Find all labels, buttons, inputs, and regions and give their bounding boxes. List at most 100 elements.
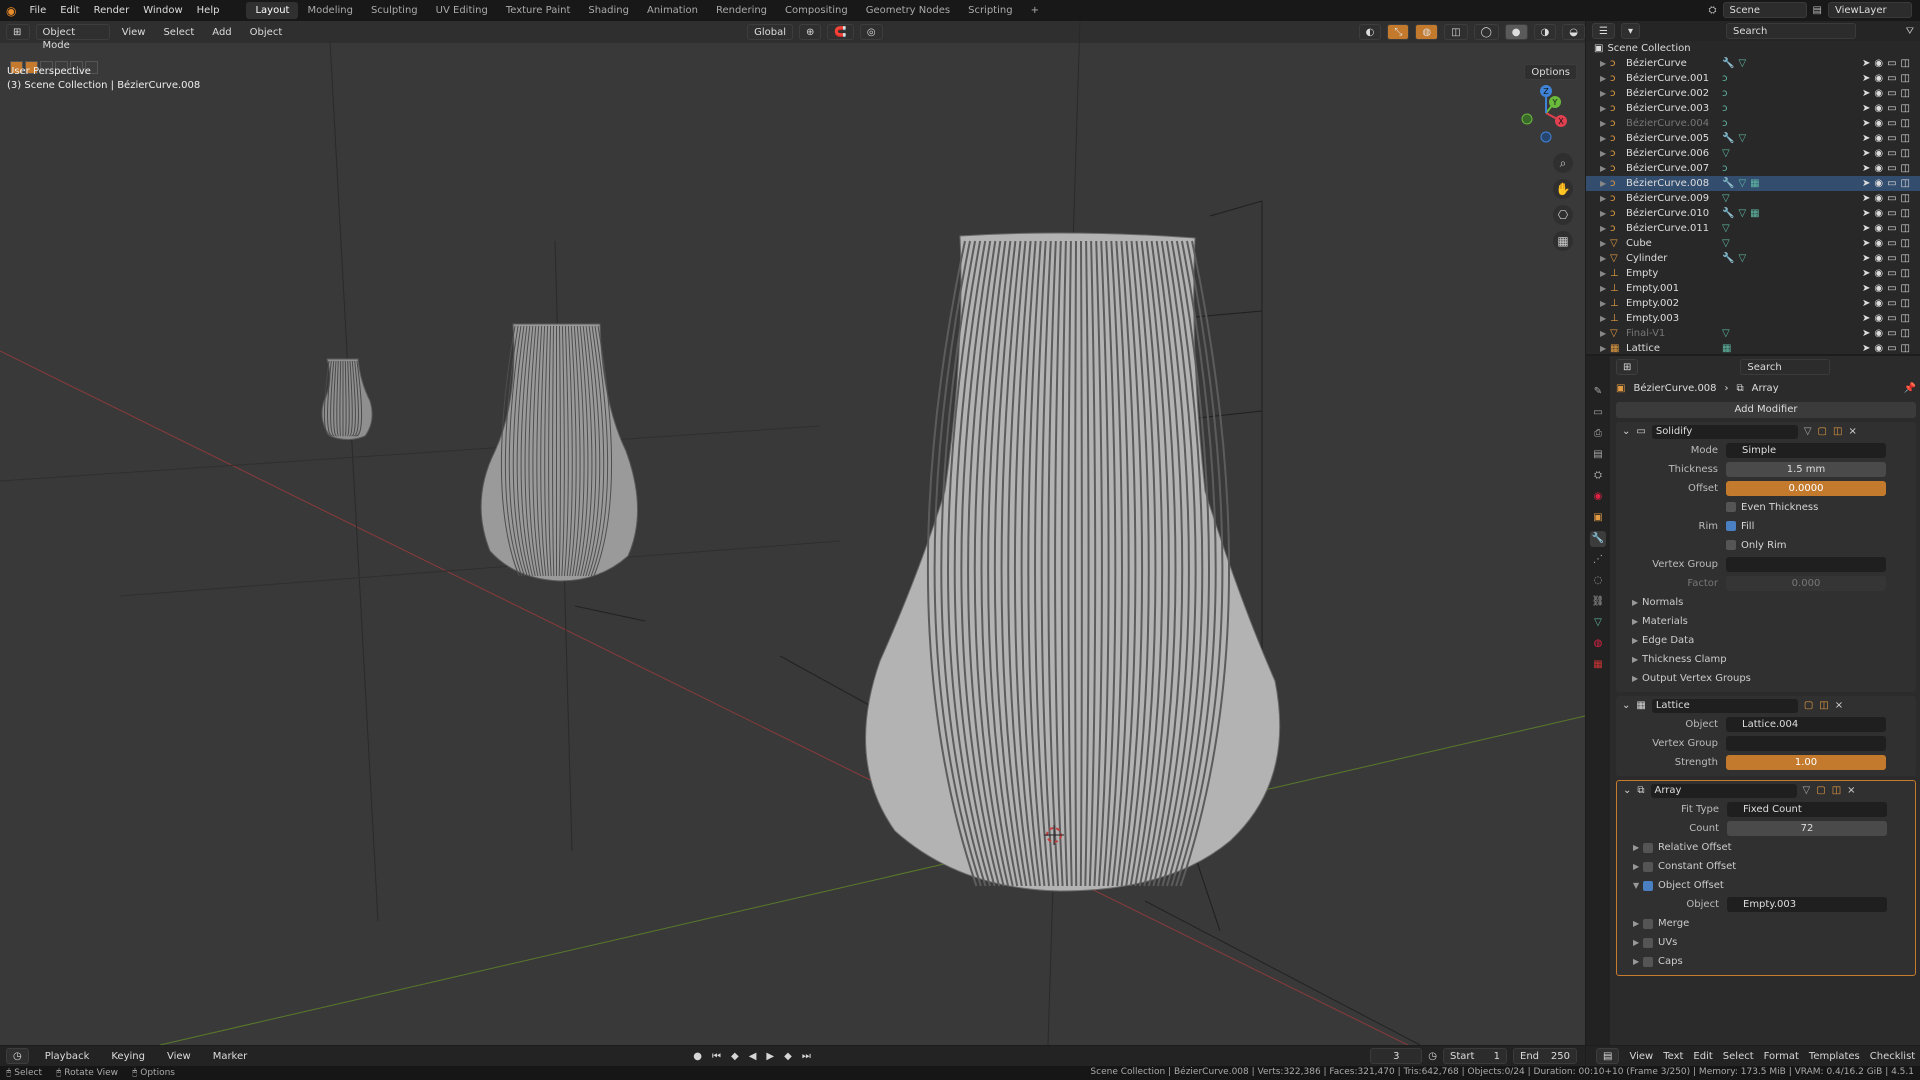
viewport-toggle-icon[interactable]: ▢ — [1818, 426, 1827, 437]
outliner-item[interactable]: ▶ ↄ BézierCurve.002 ↄ ➤◉▭◫ — [1586, 86, 1920, 101]
jump-start-icon[interactable]: ⏮ — [712, 1051, 721, 1062]
constraints-tab-icon[interactable]: ⛓ — [1590, 594, 1606, 610]
proportional-edit-icon[interactable]: ◎ — [859, 24, 883, 40]
gizmo-neg-z-axis[interactable] — [1540, 131, 1552, 143]
outliner-item[interactable]: ▶ ↄ BézierCurve.010 🔧 ▽ ▦ ➤◉▭◫ — [1586, 206, 1920, 221]
tab-layout[interactable]: Layout — [246, 2, 299, 19]
outliner-item[interactable]: ▶ ↄ BézierCurve.003 ↄ ➤◉▭◫ — [1586, 101, 1920, 116]
subpanel-normals[interactable]: ▶ Normals — [1616, 593, 1916, 612]
visibility-toggles[interactable]: ➤◉▭◫ — [1862, 313, 1914, 324]
visibility-toggles[interactable]: ➤◉▭◫ — [1862, 328, 1914, 339]
outliner-item[interactable]: ▶ ↄ BézierCurve.008 🔧 ▽ ▦ ➤◉▭◫ — [1586, 176, 1920, 191]
visibility-toggles[interactable]: ➤◉▭◫ — [1862, 223, 1914, 234]
tab-shading[interactable]: Shading — [579, 2, 638, 19]
camera-view-icon[interactable]: ⎔ — [1553, 205, 1573, 225]
menu-marker[interactable]: Marker — [207, 1050, 254, 1063]
tab-compositing[interactable]: Compositing — [776, 2, 857, 19]
tab-sculpting[interactable]: Sculpting — [362, 2, 427, 19]
start-frame-field[interactable]: Start 1 — [1443, 1048, 1507, 1064]
menu-view[interactable]: View — [116, 26, 152, 39]
outliner-item[interactable]: ▶ ↄ BézierCurve 🔧 ▽ ➤◉▭◫ — [1586, 56, 1920, 71]
expand-arrow-icon[interactable]: ▶ — [1600, 194, 1610, 203]
visibility-toggles[interactable]: ➤◉▭◫ — [1862, 238, 1914, 249]
collapse-chevron-icon[interactable]: ⌄ — [1622, 700, 1630, 711]
tab-animation[interactable]: Animation — [638, 2, 707, 19]
render-toggle-icon[interactable]: ◫ — [1832, 785, 1841, 796]
expand-arrow-icon[interactable]: ▶ — [1600, 299, 1610, 308]
clock-icon[interactable]: ◷ — [1428, 1051, 1437, 1062]
mode-selector[interactable]: Object Mode — [35, 24, 110, 51]
timeline-editor-type-icon[interactable]: ◷ — [6, 1048, 29, 1064]
visibility-toggles[interactable]: ➤◉▭◫ — [1862, 283, 1914, 294]
pin-icon[interactable]: 📌 — [1904, 383, 1916, 394]
menu-select[interactable]: Select — [157, 26, 200, 39]
render-tab-icon[interactable]: ▭ — [1590, 405, 1606, 421]
menu-playback[interactable]: Playback — [39, 1050, 96, 1063]
texture-tab-icon[interactable]: ▦ — [1590, 657, 1606, 673]
modifier-tab-icon[interactable]: 🔧 — [1590, 531, 1606, 547]
expand-arrow-icon[interactable]: ▶ — [1600, 314, 1610, 323]
gizmo-toggle-icon[interactable]: ⤡ — [1387, 24, 1410, 40]
view-layer-selector[interactable]: ViewLayer — [1828, 2, 1912, 18]
subpanel-edge-data[interactable]: ▶ Edge Data — [1616, 631, 1916, 650]
subpanel-output-vertex-groups[interactable]: ▶ Output Vertex Groups — [1616, 669, 1916, 688]
solidify-vertex-group-field[interactable] — [1726, 557, 1886, 572]
scene-collection-row[interactable]: ▣ Scene Collection — [1586, 41, 1920, 56]
subpanel-uvs[interactable]: ▶ UVs — [1617, 933, 1915, 952]
visibility-toggles[interactable]: ➤◉▭◫ — [1862, 103, 1914, 114]
next-keyframe-icon[interactable]: ◆ — [784, 1051, 792, 1062]
offset-field[interactable]: 0.0000 — [1726, 481, 1886, 496]
close-icon[interactable]: × — [1848, 426, 1856, 437]
visibility-toggles[interactable]: ➤◉▭◫ — [1862, 298, 1914, 309]
object-offset-subpanel[interactable]: ▼ Object Offset — [1617, 876, 1915, 895]
menu-window[interactable]: Window — [136, 5, 189, 16]
menu-object[interactable]: Object — [244, 26, 289, 39]
properties-editor-type-icon[interactable]: ⊞ — [1616, 359, 1639, 375]
expand-arrow-icon[interactable]: ▶ — [1600, 209, 1610, 218]
small-vase[interactable] — [321, 358, 373, 440]
expand-arrow-icon[interactable]: ▶ — [1600, 74, 1610, 83]
outliner-item[interactable]: ▶ ▦ Lattice ▦ ➤◉▭◫ — [1586, 341, 1920, 356]
expand-arrow-icon[interactable]: ▶ — [1600, 329, 1610, 338]
menu-view[interactable]: View — [1629, 1051, 1653, 1062]
output-tab-icon[interactable]: ⎙ — [1590, 426, 1606, 442]
viewport-toggle-icon[interactable]: ▢ — [1816, 785, 1825, 796]
expand-arrow-icon[interactable]: ▶ — [1600, 269, 1610, 278]
visibility-toggles[interactable]: ➤◉▭◫ — [1862, 118, 1914, 129]
subpanel-materials[interactable]: ▶ Materials — [1616, 612, 1916, 631]
ortho-grid-icon[interactable]: ▦ — [1553, 231, 1573, 251]
visibility-toggles[interactable]: ➤◉▭◫ — [1862, 268, 1914, 279]
expand-arrow-icon[interactable]: ▶ — [1600, 239, 1610, 248]
tab-geometry-nodes[interactable]: Geometry Nodes — [857, 2, 959, 19]
shading-wireframe-icon[interactable]: ◯ — [1473, 24, 1499, 40]
text-editor-type-icon[interactable]: ▤ — [1596, 1048, 1620, 1064]
visibility-toggles[interactable]: ➤◉▭◫ — [1862, 133, 1914, 144]
menu-format[interactable]: Format — [1764, 1051, 1799, 1062]
viewport-toggle-icon[interactable]: ▢ — [1804, 700, 1813, 711]
display-mode-icon[interactable]: ▾ — [1620, 23, 1640, 39]
outliner-item[interactable]: ▶ ⊥ Empty.002 ➤◉▭◫ — [1586, 296, 1920, 311]
filter-icon[interactable]: ⛛ — [1906, 26, 1914, 37]
outliner-item[interactable]: ▶ ↄ BézierCurve.011 ▽ ➤◉▭◫ — [1586, 221, 1920, 236]
overlay-toggle-icon[interactable]: ◍ — [1415, 24, 1439, 40]
lattice-object-field[interactable]: Lattice.004 — [1726, 717, 1886, 732]
navigation-gizmo[interactable]: X Y Z — [1517, 83, 1575, 143]
data-tab-icon[interactable]: ▽ — [1590, 615, 1606, 631]
expand-arrow-icon[interactable]: ▶ — [1600, 89, 1610, 98]
gizmo-neg-y-axis[interactable] — [1521, 113, 1533, 125]
outliner-item[interactable]: ▶ ▽ Cube ▽ ➤◉▭◫ — [1586, 236, 1920, 251]
visibility-toggles[interactable]: ➤◉▭◫ — [1862, 253, 1914, 264]
relative-offset-subpanel[interactable]: ▶ Relative Offset — [1617, 838, 1915, 857]
outliner-item[interactable]: ▶ ↄ BézierCurve.009 ▽ ➤◉▭◫ — [1586, 191, 1920, 206]
visibility-toggles[interactable]: ➤◉▭◫ — [1862, 193, 1914, 204]
large-vase-selected[interactable] — [865, 232, 1281, 892]
3d-viewport[interactable]: ⊞ Object Mode View Select Add Object Glo… — [0, 21, 1585, 1045]
visibility-toggles[interactable]: ➤◉▭◫ — [1862, 178, 1914, 189]
zoom-icon[interactable]: ⌕ — [1553, 153, 1573, 173]
tab-scripting[interactable]: Scripting — [959, 2, 1021, 19]
render-toggle-icon[interactable]: ◫ — [1833, 426, 1842, 437]
expand-arrow-icon[interactable]: ▶ — [1600, 104, 1610, 113]
close-icon[interactable]: × — [1847, 785, 1855, 796]
outliner-item[interactable]: ▶ ↄ BézierCurve.005 🔧 ▽ ➤◉▭◫ — [1586, 131, 1920, 146]
menu-file[interactable]: File — [22, 5, 53, 16]
